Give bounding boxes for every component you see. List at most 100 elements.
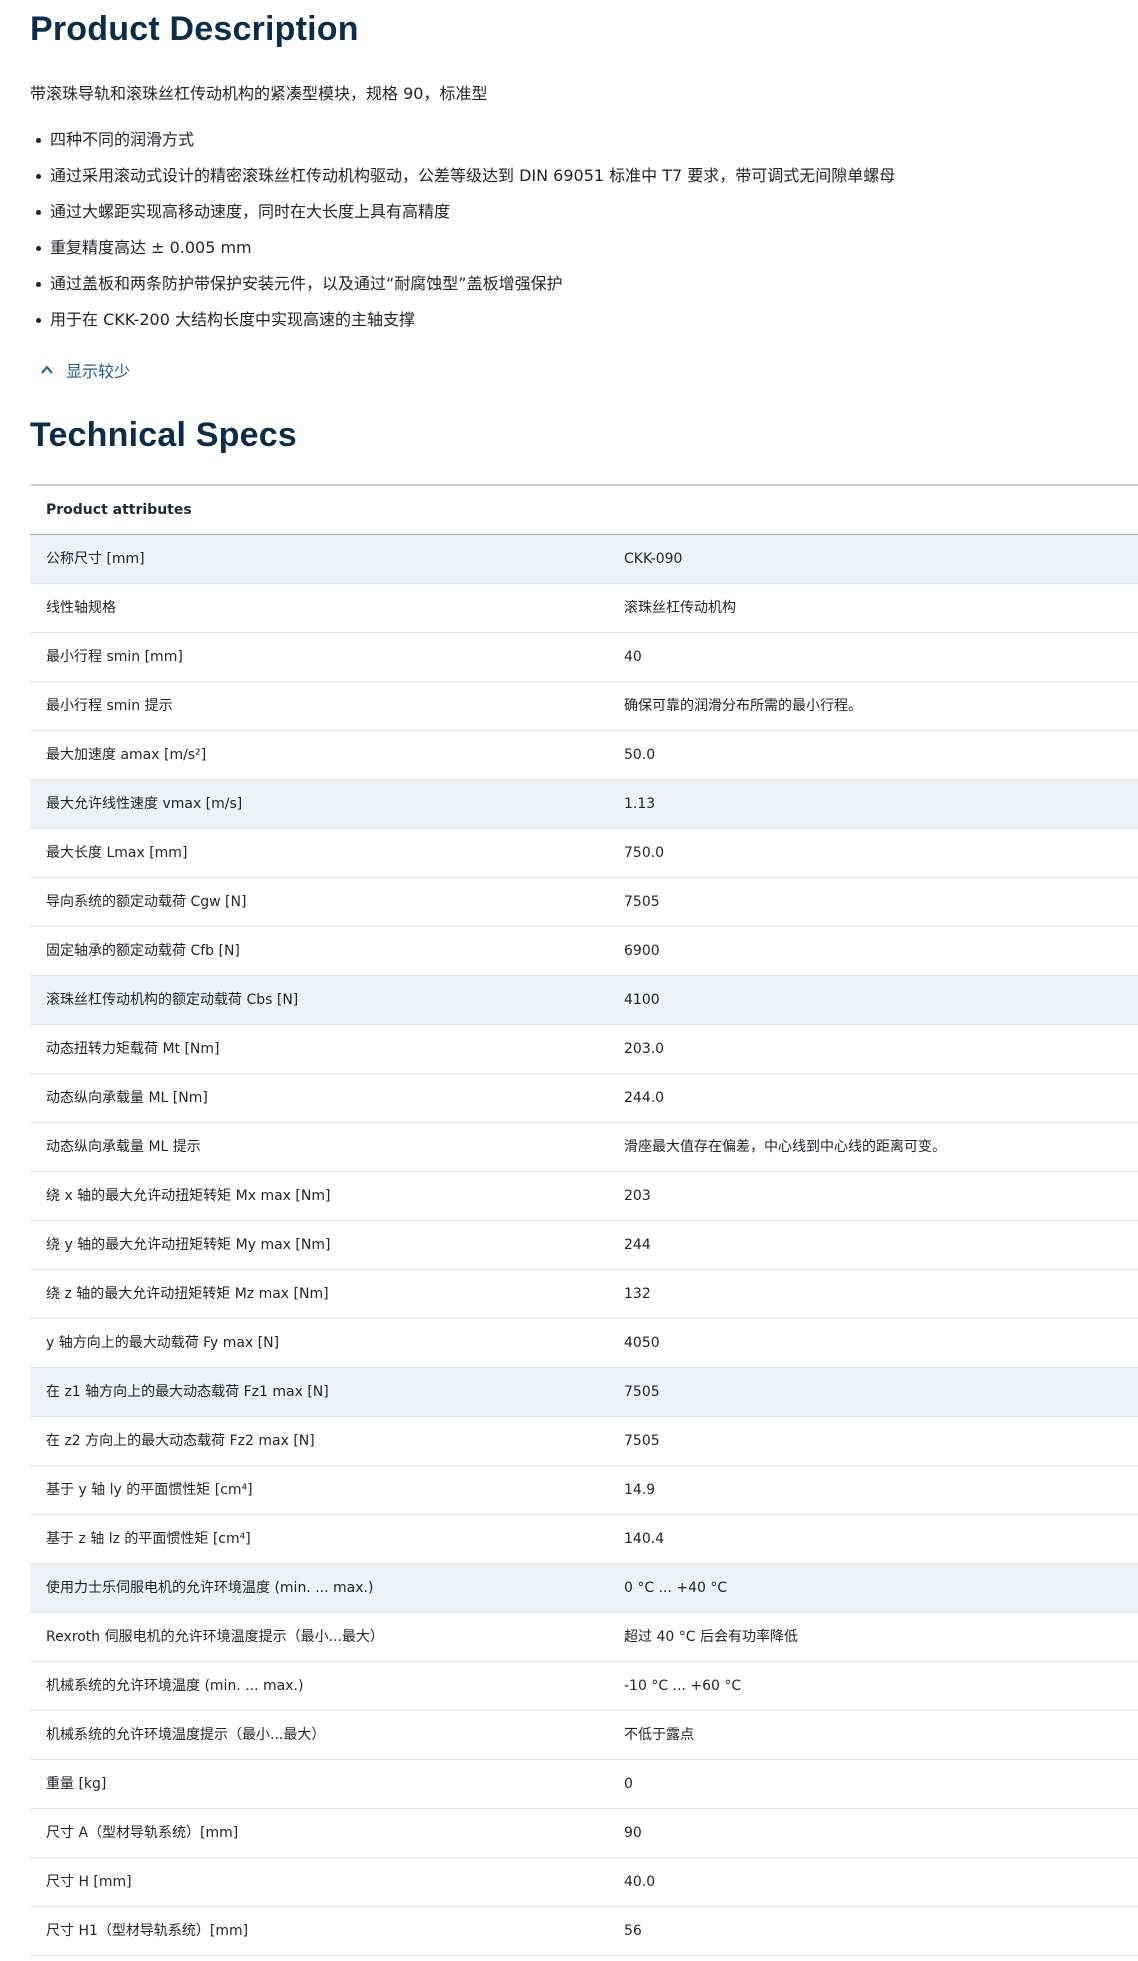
spec-key: 最大长度 Lmax [mm]: [46, 845, 188, 861]
spec-value: 滚珠丝杠传动机构: [624, 600, 736, 616]
spec-key: 公称尺寸 [mm]: [46, 551, 145, 567]
spec-key: 最小行程 smin [mm]: [46, 649, 183, 665]
feature-list: 四种不同的润滑方式 通过采用滚动式设计的精密滚珠丝杠传动机构驱动，公差等级达到 …: [30, 122, 895, 338]
spec-value: 203: [624, 1188, 651, 1204]
table-row: 机械系统的允许环境温度 (min. ... max.) -10 °C ... +6…: [30, 1662, 1138, 1711]
spec-key: 最大加速度 amax [m/s²]: [46, 747, 207, 763]
description-intro: 带滚珠导轨和滚珠丝杠传动机构的紧凑型模块，规格 90，标准型: [30, 84, 488, 103]
bullet-icon: [36, 210, 41, 215]
spec-value: 132: [624, 1286, 651, 1302]
spec-value: 不低于露点: [624, 1727, 694, 1743]
spec-value: 203.0: [624, 1041, 665, 1057]
spec-value: 40.0: [624, 1874, 656, 1890]
table-row: 绕 y 轴的最大允许动扭矩转矩 My max [Nm] 244: [30, 1221, 1138, 1270]
feature-item: 重复精度高达 ± 0.005 mm: [30, 230, 895, 266]
product-description-heading: Product Description: [30, 10, 359, 48]
spec-value: 14.9: [624, 1482, 656, 1498]
feature-item: 通过大螺距实现高移动速度，同时在大长度上具有高精度: [30, 194, 895, 230]
spec-key: 导向系统的额定动载荷 Cgw [N]: [46, 894, 247, 910]
table-row: 动态纵向承载量 ML 提示 滑座最大值存在偏差，中心线到中心线的距离可变。: [30, 1123, 1138, 1172]
table-row: 基于 z 轴 lz 的平面惯性矩 [cm⁴] 140.4: [30, 1515, 1138, 1564]
spec-table-header: Product attributes: [30, 486, 1138, 535]
feature-item: 用于在 CKK-200 大结构长度中实现高速的主轴支撑: [30, 302, 895, 338]
feature-text: 通过大螺距实现高移动速度，同时在大长度上具有高精度: [50, 202, 451, 221]
table-row: 动态纵向承载量 ML [Nm] 244.0: [30, 1074, 1138, 1123]
spec-value: CKK-090: [624, 551, 683, 567]
table-row: 使用力士乐伺服电机的允许环境温度 (min. ... max.) 0 °C ...…: [30, 1564, 1138, 1613]
table-row: 最大允许线性速度 vmax [m/s] 1.13: [30, 780, 1138, 829]
show-less-toggle[interactable]: 显示较少: [40, 358, 130, 382]
feature-text: 四种不同的润滑方式: [50, 130, 195, 149]
spec-value: 50.0: [624, 747, 656, 763]
spec-value: 4050: [624, 1335, 660, 1351]
spec-value: 90: [624, 1825, 642, 1841]
spec-key: 动态扭转力矩载荷 Mt [Nm]: [46, 1041, 220, 1057]
spec-key: 固定轴承的额定动载荷 Cfb [N]: [46, 943, 240, 959]
spec-value: 7505: [624, 1433, 660, 1449]
table-row: 在 z2 方向上的最大动态载荷 Fz2 max [N] 7505: [30, 1417, 1138, 1466]
feature-text: 通过盖板和两条防护带保护安装元件，以及通过“耐腐蚀型”盖板增强保护: [50, 274, 563, 293]
spec-key: 线性轴规格: [46, 600, 116, 616]
spec-key: 尺寸 A（型材导轨系统）[mm]: [46, 1825, 239, 1841]
spec-key: 使用力士乐伺服电机的允许环境温度 (min. ... max.): [46, 1580, 374, 1596]
spec-value: 0: [624, 1776, 633, 1792]
show-less-label: 显示较少: [66, 362, 131, 381]
spec-value: 40: [624, 649, 642, 665]
spec-key: 绕 z 轴的最大允许动扭矩转矩 Mz max [Nm]: [46, 1286, 329, 1302]
spec-key: 最大允许线性速度 vmax [m/s]: [46, 796, 243, 812]
table-row: 最小行程 smin [mm] 40: [30, 633, 1138, 682]
table-row: 尺寸 A（型材导轨系统）[mm] 90: [30, 1809, 1138, 1858]
table-row: 尺寸 H [mm] 40.0: [30, 1858, 1138, 1907]
spec-key: 重量 [kg]: [46, 1776, 107, 1792]
table-row: 绕 x 轴的最大允许动扭矩转矩 Mx max [Nm] 203: [30, 1172, 1138, 1221]
spec-key: 动态纵向承载量 ML 提示: [46, 1139, 201, 1155]
table-row: 固定轴承的额定动载荷 Cfb [N] 6900: [30, 927, 1138, 976]
table-row: 尺寸 H1（型材导轨系统）[mm] 56: [30, 1907, 1138, 1956]
spec-value: 56: [624, 1923, 642, 1939]
table-row: 导向系统的额定动载荷 Cgw [N] 7505: [30, 878, 1138, 927]
product-page: Product Description 带滚珠导轨和滚珠丝杠传动机构的紧凑型模块…: [0, 0, 1138, 1961]
spec-key: 绕 y 轴的最大允许动扭矩转矩 My max [Nm]: [46, 1237, 331, 1253]
feature-item: 通过盖板和两条防护带保护安装元件，以及通过“耐腐蚀型”盖板增强保护: [30, 266, 895, 302]
table-row: 最大长度 Lmax [mm] 750.0: [30, 829, 1138, 878]
table-row: y 轴方向上的最大动载荷 Fy max [N] 4050: [30, 1319, 1138, 1368]
spec-value: 确保可靠的润滑分布所需的最小行程。: [624, 698, 862, 714]
spec-value: 0 °C ... +40 °C: [624, 1580, 728, 1596]
spec-value: 140.4: [624, 1531, 665, 1547]
table-row: Rexroth 伺服电机的允许环境温度提示（最小...最大） 超过 40 °C 后…: [30, 1613, 1138, 1662]
spec-key: 动态纵向承载量 ML [Nm]: [46, 1090, 208, 1106]
spec-value: 4100: [624, 992, 660, 1008]
spec-key: 尺寸 H [mm]: [46, 1874, 132, 1890]
table-row: 基于 y 轴 ly 的平面惯性矩 [cm⁴] 14.9: [30, 1466, 1138, 1515]
spec-value: 244.0: [624, 1090, 665, 1106]
spec-key: Rexroth 伺服电机的允许环境温度提示（最小...最大）: [46, 1629, 384, 1645]
spec-value: 6900: [624, 943, 660, 959]
spec-value: 1.13: [624, 796, 656, 812]
spec-value: 7505: [624, 1384, 660, 1400]
bullet-icon: [36, 174, 41, 179]
feature-item: 通过采用滚动式设计的精密滚珠丝杠传动机构驱动，公差等级达到 DIN 69051 …: [30, 158, 895, 194]
table-row: 重量 [kg] 0: [30, 1760, 1138, 1809]
spec-value: 超过 40 °C 后会有功率降低: [624, 1629, 798, 1645]
feature-text: 重复精度高达 ± 0.005 mm: [50, 238, 252, 257]
table-row: 最大加速度 amax [m/s²] 50.0: [30, 731, 1138, 780]
bullet-icon: [36, 318, 41, 323]
spec-key: 在 z1 轴方向上的最大动态载荷 Fz1 max [N]: [46, 1384, 329, 1400]
spec-table-body: 公称尺寸 [mm] CKK-090 线性轴规格 滚珠丝杠传动机构最小行程 smin […: [30, 535, 1138, 1956]
spec-key: y 轴方向上的最大动载荷 Fy max [N]: [46, 1335, 280, 1351]
spec-value: 750.0: [624, 845, 665, 861]
spec-value: 7505: [624, 894, 660, 910]
spec-key: 在 z2 方向上的最大动态载荷 Fz2 max [N]: [46, 1433, 315, 1449]
bullet-icon: [36, 138, 41, 143]
table-row: 公称尺寸 [mm] CKK-090: [30, 535, 1138, 584]
chevron-up-icon: [41, 365, 53, 374]
table-row: 动态扭转力矩载荷 Mt [Nm] 203.0: [30, 1025, 1138, 1074]
spec-key: 基于 z 轴 lz 的平面惯性矩 [cm⁴]: [46, 1531, 251, 1547]
feature-text: 通过采用滚动式设计的精密滚珠丝杠传动机构驱动，公差等级达到 DIN 69051 …: [50, 166, 896, 185]
spec-key: 绕 x 轴的最大允许动扭矩转矩 Mx max [Nm]: [46, 1188, 331, 1204]
table-row: 绕 z 轴的最大允许动扭矩转矩 Mz max [Nm] 132: [30, 1270, 1138, 1319]
spec-key: 机械系统的允许环境温度 (min. ... max.): [46, 1678, 304, 1694]
spec-key: 最小行程 smin 提示: [46, 698, 173, 714]
table-row: 最小行程 smin 提示 确保可靠的润滑分布所需的最小行程。: [30, 682, 1138, 731]
table-row: 滚珠丝杠传动机构的额定动载荷 Cbs [N] 4100: [30, 976, 1138, 1025]
